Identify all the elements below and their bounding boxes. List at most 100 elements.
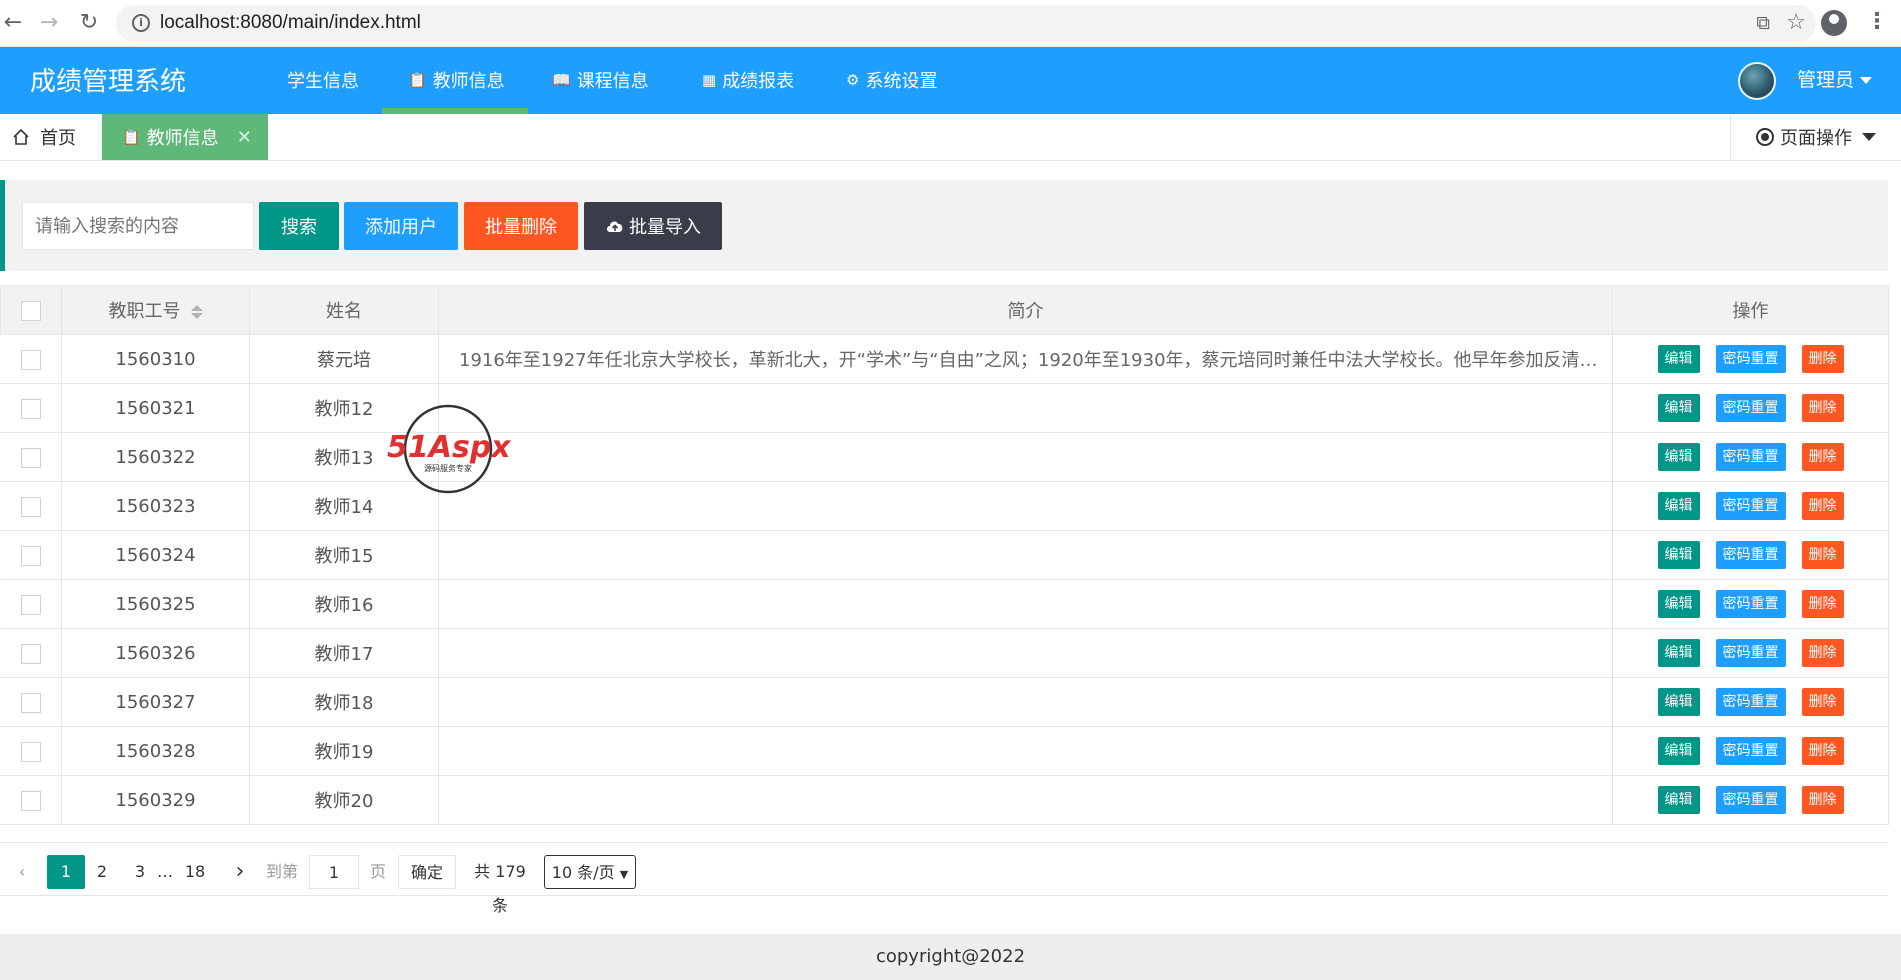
- delete-button[interactable]: 删除: [1801, 394, 1844, 422]
- row-checkbox[interactable]: [20, 398, 41, 419]
- bookmark-star-icon[interactable]: ☆: [1786, 10, 1806, 35]
- page-operations-dropdown[interactable]: 页面操作: [1730, 114, 1901, 160]
- reset-password-button[interactable]: 密码重置: [1715, 737, 1786, 765]
- back-arrow-icon[interactable]: ←: [0, 10, 26, 36]
- delete-button[interactable]: 删除: [1801, 786, 1844, 814]
- delete-button[interactable]: 删除: [1801, 639, 1844, 667]
- reset-password-button[interactable]: 密码重置: [1715, 786, 1786, 814]
- row-checkbox[interactable]: [20, 790, 41, 811]
- reset-password-button[interactable]: 密码重置: [1715, 688, 1786, 716]
- edit-button[interactable]: 编辑: [1657, 541, 1700, 569]
- row-checkbox[interactable]: [20, 594, 41, 615]
- share-icon[interactable]: ⧉: [1756, 12, 1770, 34]
- add-user-button[interactable]: 添加用户: [344, 202, 458, 250]
- page-3[interactable]: 3: [130, 855, 150, 889]
- sort-icon[interactable]: [190, 305, 203, 319]
- row-actions: 编辑 密码重置 删除: [1612, 383, 1889, 433]
- row-select-cell: [0, 628, 62, 678]
- table-icon: ▦: [702, 71, 717, 89]
- forward-arrow-icon[interactable]: →: [36, 10, 62, 36]
- pagination-ellipsis: …: [157, 862, 173, 881]
- reset-password-button[interactable]: 密码重置: [1715, 541, 1786, 569]
- goto-label: 到第: [265, 862, 298, 881]
- reload-icon[interactable]: ↻: [76, 10, 102, 36]
- address-bar[interactable]: i localhost:8080/main/index.html ⧉ ☆: [116, 5, 1816, 42]
- cloud-upload-icon: [607, 221, 623, 232]
- avatar[interactable]: [1738, 62, 1776, 100]
- url-text[interactable]: localhost:8080/main/index.html: [160, 12, 421, 34]
- nav-student-info[interactable]: 学生信息: [287, 67, 359, 93]
- nav-label: 学生信息: [287, 71, 359, 92]
- page-last[interactable]: 18: [182, 855, 208, 889]
- watermark-logo: 51Aspx 源码服务专家: [387, 404, 512, 494]
- home-icon: [13, 128, 29, 145]
- delete-button[interactable]: 删除: [1801, 688, 1844, 716]
- per-page-select[interactable]: 10 条/页 ▼: [544, 855, 636, 889]
- edit-button[interactable]: 编辑: [1657, 345, 1700, 373]
- edit-button[interactable]: 编辑: [1657, 786, 1700, 814]
- teacher-intro: [438, 677, 1613, 727]
- delete-button[interactable]: 删除: [1801, 737, 1844, 765]
- reset-password-button[interactable]: 密码重置: [1715, 345, 1786, 373]
- reset-password-button[interactable]: 密码重置: [1715, 443, 1786, 471]
- search-button[interactable]: 搜索: [259, 202, 339, 250]
- edit-button[interactable]: 编辑: [1657, 394, 1700, 422]
- edit-button[interactable]: 编辑: [1657, 688, 1700, 716]
- nav-system-settings[interactable]: ⚙ 系统设置: [846, 67, 937, 93]
- delete-button[interactable]: 删除: [1801, 443, 1844, 471]
- table-row: 1560310 蔡元培 1916年至1927年任北京大学校长，革新北大，开“学术”与…: [0, 334, 1889, 384]
- close-icon[interactable]: ✕: [237, 127, 252, 148]
- delete-button[interactable]: 删除: [1801, 492, 1844, 520]
- nav-course-info[interactable]: 📖 课程信息: [552, 67, 649, 93]
- batch-delete-button[interactable]: 批量删除: [464, 202, 578, 250]
- row-checkbox[interactable]: [20, 349, 41, 370]
- reset-password-button[interactable]: 密码重置: [1715, 590, 1786, 618]
- profile-icon[interactable]: [1821, 10, 1847, 36]
- page-2[interactable]: 2: [92, 855, 112, 889]
- row-checkbox[interactable]: [20, 545, 41, 566]
- edit-button[interactable]: 编辑: [1657, 492, 1700, 520]
- row-actions: 编辑 密码重置 删除: [1612, 530, 1889, 580]
- row-actions: 编辑 密码重置 删除: [1612, 481, 1889, 531]
- tab-teacher-info[interactable]: 📋 教师信息 ✕: [102, 114, 268, 160]
- row-checkbox[interactable]: [20, 643, 41, 664]
- reset-password-button[interactable]: 密码重置: [1715, 639, 1786, 667]
- search-input[interactable]: [22, 202, 254, 250]
- delete-button[interactable]: 删除: [1801, 345, 1844, 373]
- footer: copyright@2022: [0, 934, 1901, 980]
- user-menu[interactable]: 管理员: [1797, 65, 1873, 92]
- select-all-checkbox[interactable]: [21, 300, 41, 321]
- page-1[interactable]: 1: [47, 855, 85, 889]
- teacher-intro: [438, 530, 1613, 580]
- column-header-id[interactable]: 教职工号: [61, 285, 250, 335]
- select-all-cell: [0, 285, 62, 335]
- goto-confirm-button[interactable]: 确定: [398, 855, 456, 889]
- row-actions: 编辑 密码重置 删除: [1612, 628, 1889, 678]
- row-checkbox[interactable]: [20, 496, 41, 517]
- table-row: 1560322 教师13 编辑 密码重置 删除: [0, 432, 1889, 482]
- row-select-cell: [0, 530, 62, 580]
- goto-page-input[interactable]: 1: [309, 855, 359, 889]
- reset-password-button[interactable]: 密码重置: [1715, 394, 1786, 422]
- teacher-name: 教师19: [249, 726, 439, 776]
- nav-label: 成绩报表: [722, 71, 795, 92]
- delete-button[interactable]: 删除: [1801, 590, 1844, 618]
- nav-teacher-info[interactable]: 📋 教师信息: [408, 67, 505, 93]
- row-actions: 编辑 密码重置 删除: [1612, 334, 1889, 384]
- delete-button[interactable]: 删除: [1801, 541, 1844, 569]
- row-checkbox[interactable]: [20, 447, 41, 468]
- batch-import-button[interactable]: 批量导入: [584, 202, 722, 250]
- edit-button[interactable]: 编辑: [1657, 639, 1700, 667]
- prev-page-icon[interactable]: ‹: [12, 855, 32, 889]
- row-checkbox[interactable]: [20, 741, 41, 762]
- tab-home[interactable]: 首页: [0, 114, 102, 160]
- nav-grade-report[interactable]: ▦ 成绩报表: [702, 67, 794, 93]
- edit-button[interactable]: 编辑: [1657, 737, 1700, 765]
- row-checkbox[interactable]: [20, 692, 41, 713]
- next-page-icon[interactable]: ›: [230, 855, 250, 889]
- browser-menu-icon[interactable]: ⋮: [1866, 8, 1888, 36]
- edit-button[interactable]: 编辑: [1657, 443, 1700, 471]
- reset-password-button[interactable]: 密码重置: [1715, 492, 1786, 520]
- site-info-icon[interactable]: i: [132, 14, 150, 32]
- edit-button[interactable]: 编辑: [1657, 590, 1700, 618]
